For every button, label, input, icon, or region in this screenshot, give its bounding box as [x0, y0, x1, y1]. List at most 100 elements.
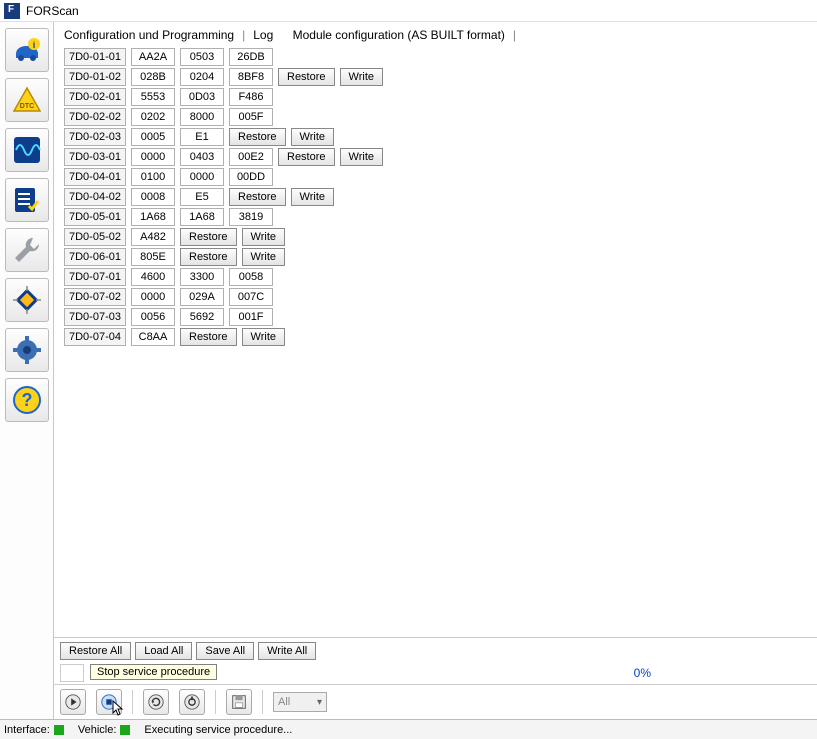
restore-button[interactable]: Restore — [229, 188, 286, 206]
asbuilt-row: 7D0-02-030005E1RestoreWrite — [64, 128, 807, 146]
data-cell[interactable]: 0202 — [131, 108, 175, 126]
restore-button[interactable]: Restore — [180, 228, 237, 246]
input-box[interactable] — [60, 664, 84, 682]
address-cell: 7D0-05-02 — [64, 228, 126, 246]
write-button[interactable]: Write — [242, 228, 285, 246]
restore-all-button[interactable]: Restore All — [60, 642, 131, 660]
data-cell[interactable]: 0503 — [180, 48, 224, 66]
sidebar-settings[interactable] — [5, 328, 49, 372]
data-cell[interactable]: 4600 — [131, 268, 175, 286]
tab-log[interactable]: Log — [253, 28, 273, 42]
address-cell: 7D0-07-02 — [64, 288, 126, 306]
sidebar-vehicle[interactable]: i — [5, 28, 49, 72]
address-cell: 7D0-02-02 — [64, 108, 126, 126]
status-message: Executing service procedure... — [144, 724, 292, 736]
address-cell: 7D0-01-01 — [64, 48, 126, 66]
data-cell[interactable]: 0000 — [131, 148, 175, 166]
restore-button[interactable]: Restore — [180, 328, 237, 346]
sidebar-dtc[interactable]: DTC — [5, 78, 49, 122]
address-cell: 7D0-03-01 — [64, 148, 126, 166]
status-interface-label: Interface: — [4, 724, 50, 736]
asbuilt-row: 7D0-04-020008E5RestoreWrite — [64, 188, 807, 206]
write-button[interactable]: Write — [340, 68, 383, 86]
data-cell[interactable]: 5553 — [131, 88, 175, 106]
data-cell[interactable]: 0005 — [131, 128, 175, 146]
data-cell[interactable]: 028B — [131, 68, 175, 86]
data-cell[interactable]: 007C — [229, 288, 273, 306]
data-cell[interactable]: 1A68 — [131, 208, 175, 226]
reset-button[interactable] — [179, 689, 205, 715]
content-area: Configuration und Programming | Log Modu… — [54, 22, 817, 719]
refresh-button[interactable] — [143, 689, 169, 715]
toolbar-separator — [132, 690, 133, 714]
data-cell[interactable]: 26DB — [229, 48, 273, 66]
write-button[interactable]: Write — [340, 148, 383, 166]
stop-button[interactable] — [96, 689, 122, 715]
restore-button[interactable]: Restore — [278, 68, 335, 86]
write-button[interactable]: Write — [242, 328, 285, 346]
data-cell[interactable]: 1A68 — [180, 208, 224, 226]
data-cell[interactable]: 00E2 — [229, 148, 273, 166]
data-cell[interactable]: A482 — [131, 228, 175, 246]
data-cell[interactable]: 0000 — [131, 288, 175, 306]
write-button[interactable]: Write — [291, 188, 334, 206]
address-cell: 7D0-07-01 — [64, 268, 126, 286]
restore-button[interactable]: Restore — [180, 248, 237, 266]
load-all-button[interactable]: Load All — [135, 642, 192, 660]
write-button[interactable]: Write — [242, 248, 285, 266]
write-all-button[interactable]: Write All — [258, 642, 316, 660]
data-cell[interactable]: C8AA — [131, 328, 175, 346]
sidebar-oscilloscope[interactable] — [5, 128, 49, 172]
address-cell: 7D0-07-03 — [64, 308, 126, 326]
title-bar: FORScan — [0, 0, 817, 22]
data-cell[interactable]: 0D03 — [180, 88, 224, 106]
address-cell: 7D0-07-04 — [64, 328, 126, 346]
data-cell[interactable]: 0204 — [180, 68, 224, 86]
play-icon — [64, 693, 82, 711]
data-cell[interactable]: 8000 — [180, 108, 224, 126]
data-cell[interactable]: 8BF8 — [229, 68, 273, 86]
data-cell[interactable]: 3819 — [229, 208, 273, 226]
data-cell[interactable]: 029A — [180, 288, 224, 306]
data-cell[interactable]: 0008 — [131, 188, 175, 206]
address-cell: 7D0-06-01 — [64, 248, 126, 266]
filter-combo[interactable]: All — [273, 692, 327, 712]
tab-module-config[interactable]: Module configuration (AS BUILT format) — [293, 28, 505, 42]
asbuilt-row: 7D0-07-01 4600 3300 0058 — [64, 268, 807, 286]
asbuilt-row: 7D0-07-04 C8AA Restore Write — [64, 328, 807, 346]
address-cell: 7D0-04-01 — [64, 168, 126, 186]
sidebar-config[interactable] — [5, 278, 49, 322]
tab-config-programming[interactable]: Configuration und Programming — [64, 28, 234, 42]
data-cell[interactable]: 0403 — [180, 148, 224, 166]
save-all-button[interactable]: Save All — [196, 642, 254, 660]
data-cell[interactable]: 001F — [229, 308, 273, 326]
data-cell[interactable]: 5692 — [180, 308, 224, 326]
asbuilt-row: 7D0-04-01 0100 0000 00DD — [64, 168, 807, 186]
restore-button[interactable]: Restore — [229, 128, 286, 146]
data-cell[interactable]: 005F — [229, 108, 273, 126]
data-cell[interactable]: 0056 — [131, 308, 175, 326]
restore-button[interactable]: Restore — [278, 148, 335, 166]
asbuilt-row: 7D0-05-02 A482 Restore Write — [64, 228, 807, 246]
sidebar-tests[interactable] — [5, 178, 49, 222]
data-cell[interactable]: 805E — [131, 248, 175, 266]
play-button[interactable] — [60, 689, 86, 715]
data-cell[interactable]: E5 — [180, 188, 224, 206]
data-cell[interactable]: 0100 — [131, 168, 175, 186]
data-cell[interactable]: 3300 — [180, 268, 224, 286]
data-cell[interactable]: 0058 — [229, 268, 273, 286]
sidebar-service[interactable] — [5, 228, 49, 272]
wrench-icon — [11, 234, 43, 266]
data-cell[interactable]: AA2A — [131, 48, 175, 66]
data-cell[interactable]: 00DD — [229, 168, 273, 186]
data-cell[interactable]: 0000 — [180, 168, 224, 186]
gear-icon — [11, 334, 43, 366]
data-cell[interactable]: F486 — [229, 88, 273, 106]
oscilloscope-icon — [11, 134, 43, 166]
address-cell: 7D0-01-02 — [64, 68, 126, 86]
vehicle-status-indicator — [120, 725, 130, 735]
write-button[interactable]: Write — [291, 128, 334, 146]
sidebar-help[interactable]: ? — [5, 378, 49, 422]
data-cell[interactable]: E1 — [180, 128, 224, 146]
save-button[interactable] — [226, 689, 252, 715]
